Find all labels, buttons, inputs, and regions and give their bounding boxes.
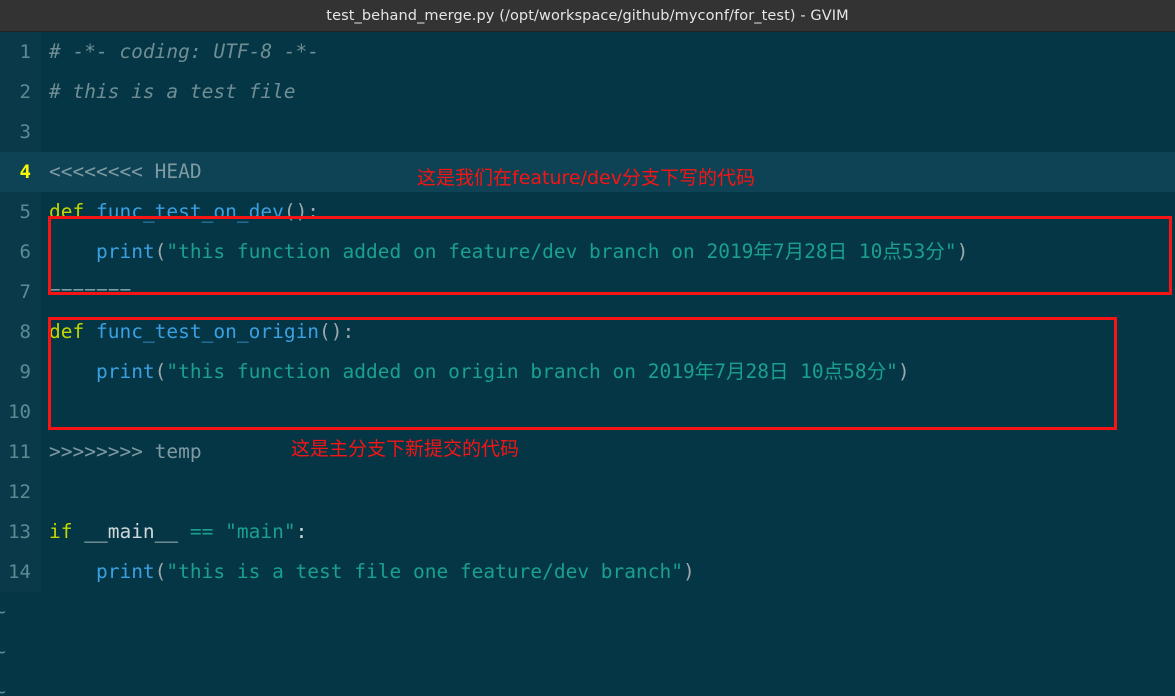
code-line[interactable]: 14 print("this is a test file one featur… <box>0 552 1175 592</box>
line-content[interactable] <box>41 392 1175 432</box>
line-number: 13 <box>0 512 41 552</box>
code-line[interactable]: 7 ======= <box>0 272 1175 312</box>
keyword-token: def <box>49 200 85 223</box>
gvim-window: test_behand_merge.py (/opt/workspace/git… <box>0 0 1175 696</box>
window-title: test_behand_merge.py (/opt/workspace/git… <box>326 7 849 24</box>
filler-tilde-column: ~ ~ ~ ~ <box>0 592 41 696</box>
line-content[interactable]: # -*- coding: UTF-8 -*- <box>41 32 1175 72</box>
line-content[interactable]: >>>>>>>> temp <box>41 432 1175 472</box>
code-line[interactable]: 5 def func_test_on_dev(): <box>0 192 1175 232</box>
line-content[interactable]: # this is a test file <box>41 72 1175 112</box>
conflict-marker-temp: >>>>>>>> temp <box>49 440 202 463</box>
code-line[interactable]: 3 <box>0 112 1175 152</box>
line-number: 9 <box>0 352 41 392</box>
editor-area[interactable]: 1 # -*- coding: UTF-8 -*- 2 # this is a … <box>0 32 1175 696</box>
code-line[interactable]: 13 if __main__ == "main": <box>0 512 1175 552</box>
line-number: 12 <box>0 472 41 512</box>
print-token: print <box>95 360 155 383</box>
line-content[interactable]: print("this function added on origin bra… <box>41 352 1175 392</box>
punctuation-token: (): <box>283 200 320 223</box>
line-number: 11 <box>0 432 41 472</box>
line-content[interactable] <box>41 472 1175 512</box>
line-content[interactable] <box>41 112 1175 152</box>
code-line[interactable]: 2 # this is a test file <box>0 72 1175 112</box>
print-token: print <box>95 240 155 263</box>
keyword-token: if <box>49 520 73 543</box>
line-content[interactable]: if __main__ == "main": <box>41 512 1175 552</box>
annotation-dev-branch: 这是我们在feature/dev分支下写的代码 <box>417 167 755 189</box>
line-content[interactable]: ======= <box>41 272 1175 312</box>
line-number: 8 <box>0 312 41 352</box>
code-line[interactable]: 1 # -*- coding: UTF-8 -*- <box>0 32 1175 72</box>
keyword-token: def <box>49 320 85 343</box>
line-number: 5 <box>0 192 41 232</box>
string-token-testfile: "this is a test file one feature/dev bra… <box>166 560 683 583</box>
line-number: 10 <box>0 392 41 432</box>
comment-token: # -*- coding: UTF-8 -*- <box>49 40 320 63</box>
string-token-dev: "this function added on feature/dev bran… <box>166 240 957 263</box>
line-number: 3 <box>0 112 41 152</box>
string-token-main: "main" <box>225 520 296 543</box>
operator-token: == <box>189 520 214 543</box>
punctuation-token: (): <box>319 320 355 343</box>
print-token: print <box>95 560 155 583</box>
code-lines: 1 # -*- coding: UTF-8 -*- 2 # this is a … <box>0 32 1175 592</box>
annotation-main-branch: 这是主分支下新提交的代码 <box>291 438 520 460</box>
window-titlebar: test_behand_merge.py (/opt/workspace/git… <box>0 0 1175 32</box>
line-content[interactable]: def func_test_on_origin(): <box>41 312 1175 352</box>
tilde-filler: ~ <box>0 672 41 696</box>
line-number: 7 <box>0 272 41 312</box>
line-number: 14 <box>0 552 41 592</box>
string-token-origin: "this function added on origin branch on… <box>166 360 898 383</box>
code-line[interactable]: 12 <box>0 472 1175 512</box>
line-number: 2 <box>0 72 41 112</box>
function-name-token: func_test_on_origin <box>95 320 320 343</box>
code-line[interactable]: 9 print("this function added on origin b… <box>0 352 1175 392</box>
comment-token: # this is a test file <box>49 80 296 103</box>
line-content[interactable]: def func_test_on_dev(): <box>41 192 1175 232</box>
code-line[interactable]: 8 def func_test_on_origin(): <box>0 312 1175 352</box>
identifier-token: __main__ <box>84 520 179 543</box>
code-line[interactable]: 11 >>>>>>>> temp <box>0 432 1175 472</box>
line-content[interactable]: print("this is a test file one feature/d… <box>41 552 1175 592</box>
code-line[interactable]: 6 print("this function added on feature/… <box>0 232 1175 272</box>
function-name-token: func_test_on_dev <box>95 200 284 223</box>
line-number: 1 <box>0 32 41 72</box>
line-number: 6 <box>0 232 41 272</box>
tilde-filler: ~ <box>0 592 41 632</box>
conflict-marker-head: <<<<<<<< HEAD <box>49 160 202 183</box>
tilde-filler: ~ <box>0 632 41 672</box>
conflict-marker-separator: ======= <box>49 280 132 303</box>
line-content[interactable]: print("this function added on feature/de… <box>41 232 1175 272</box>
line-number-current: 4 <box>0 152 41 192</box>
code-line[interactable]: 10 <box>0 392 1175 432</box>
